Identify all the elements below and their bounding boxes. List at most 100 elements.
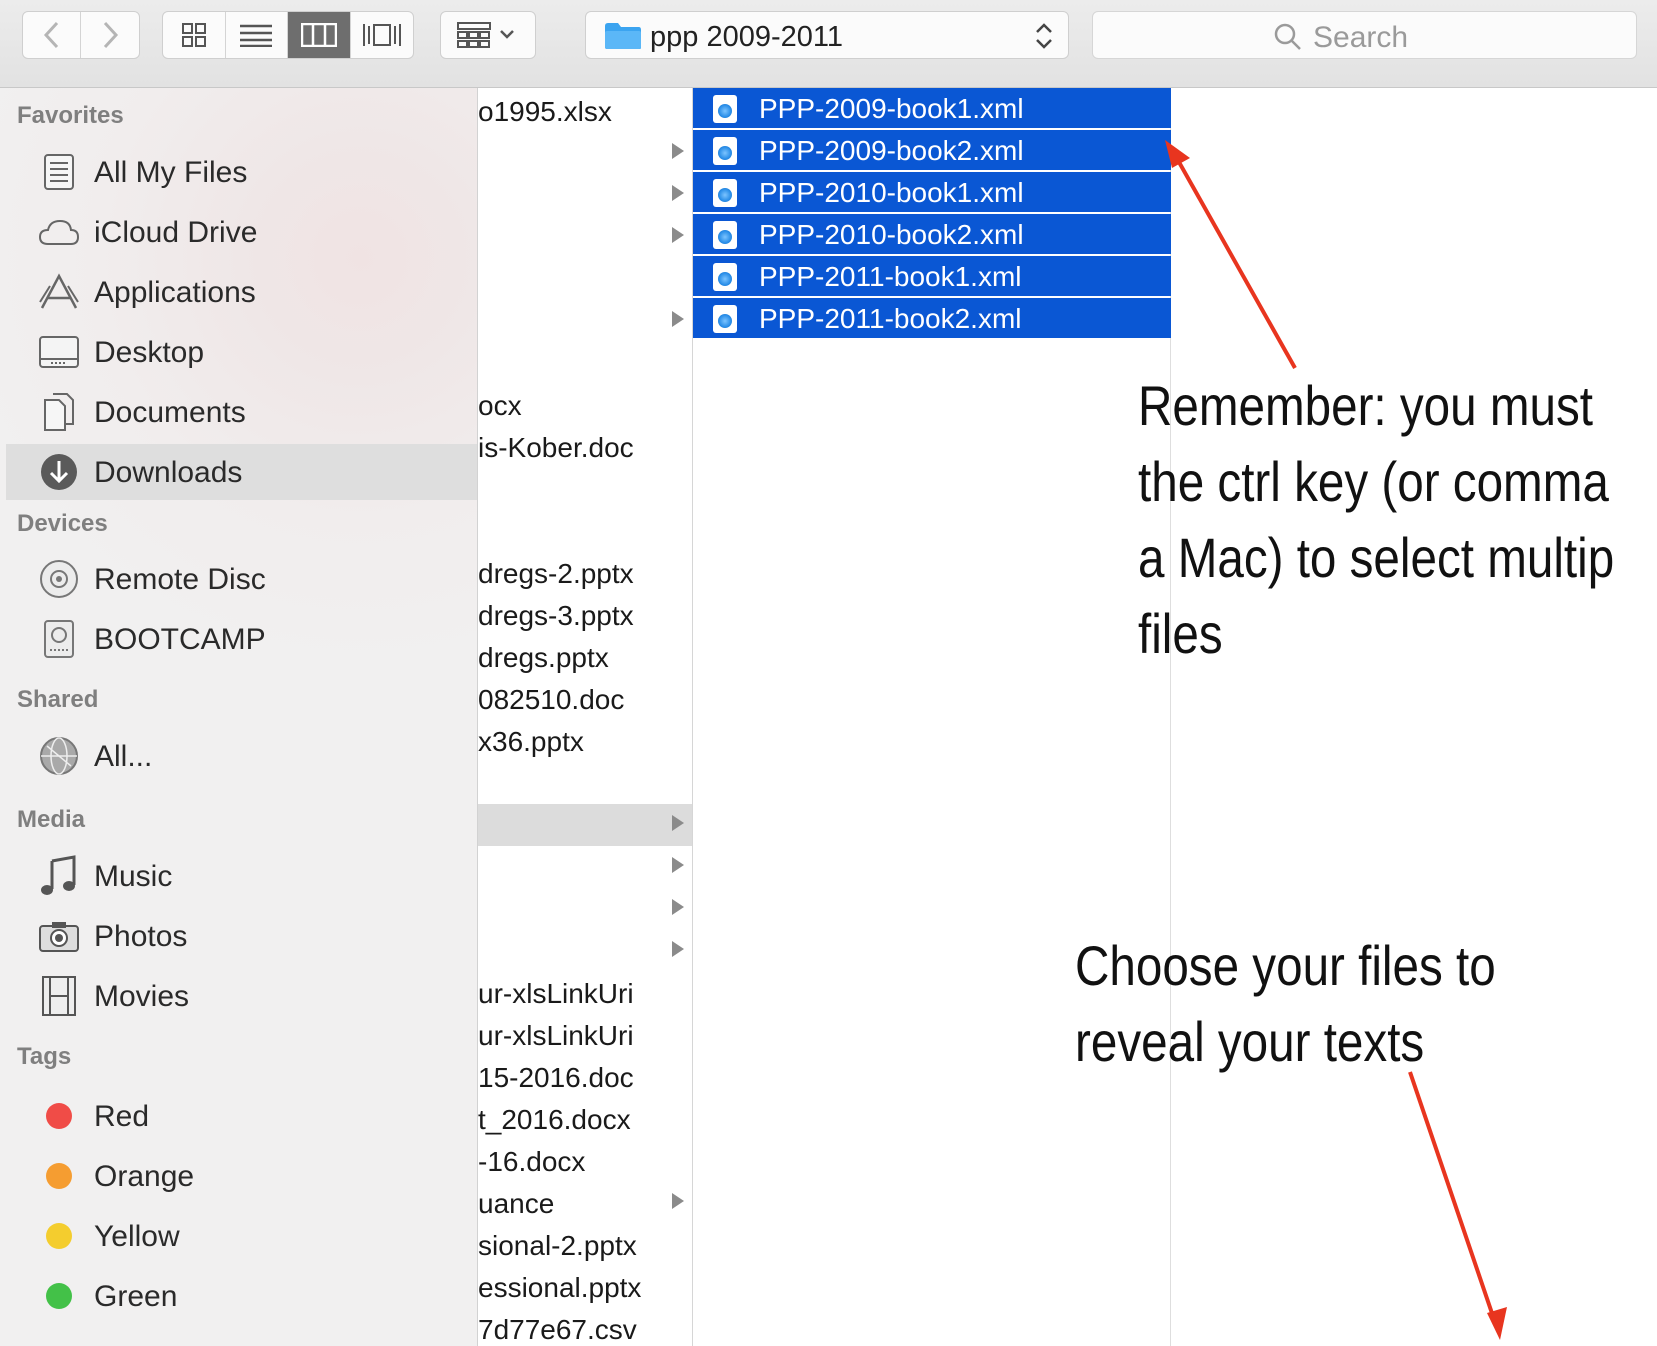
sidebar-tag-orange[interactable]: Orange — [6, 1148, 477, 1204]
toolbar: ppp 2009-2011 Search — [0, 0, 1657, 88]
file-row-selected[interactable]: PPP-2011-book1.xml — [693, 256, 1171, 296]
sidebar-item-label: Remote Disc — [94, 563, 266, 596]
column-row[interactable] — [478, 300, 692, 342]
column-row-label: dregs-2.pptx — [478, 558, 634, 589]
sidebar-item-music[interactable]: Music — [6, 848, 477, 904]
column-row[interactable]: uance — [478, 1182, 692, 1224]
drive-icon — [38, 619, 80, 659]
sidebar-item-all-shared[interactable]: All... — [6, 728, 477, 784]
file-row-selected[interactable]: PPP-2010-book1.xml — [693, 172, 1171, 212]
file-row-selected[interactable]: PPP-2009-book2.xml — [693, 130, 1171, 170]
forward-button[interactable] — [81, 12, 139, 58]
column-row[interactable] — [478, 846, 692, 888]
annotation-note-multi-select: Remember: you must the ctrl key (or comm… — [1138, 368, 1614, 672]
file-name: PPP-2011-book1.xml — [759, 261, 1022, 292]
column-row[interactable] — [478, 132, 692, 174]
sidebar-item-downloads[interactable]: Downloads — [6, 444, 477, 500]
view-mode-control — [162, 11, 414, 59]
column-row[interactable] — [478, 216, 692, 258]
sidebar-item-applications[interactable]: Applications — [6, 264, 477, 320]
path-folder-name: ppp 2009-2011 — [650, 21, 843, 53]
sidebar-item-desktop[interactable]: Desktop — [6, 324, 477, 380]
column-row[interactable]: is-Kober.doc — [478, 426, 692, 468]
arrange-button[interactable] — [440, 11, 536, 59]
icon-view-button[interactable] — [163, 12, 226, 58]
sidebar-tag-yellow[interactable]: Yellow — [6, 1208, 477, 1264]
sidebar-item-label: All My Files — [94, 156, 248, 189]
column-row[interactable] — [478, 930, 692, 972]
disclosure-arrow-icon — [672, 227, 684, 243]
sidebar-item-all-my-files[interactable]: All My Files — [6, 144, 477, 200]
annotation-line: reveal your texts — [1075, 1010, 1425, 1073]
column-row[interactable] — [478, 258, 692, 300]
sidebar-item-label: Downloads — [94, 456, 243, 489]
column-view-button[interactable] — [288, 12, 351, 58]
column-row[interactable]: 15-2016.doc — [478, 1056, 692, 1098]
disclosure-arrow-icon — [672, 185, 684, 201]
column-row[interactable] — [478, 174, 692, 216]
column-row[interactable] — [478, 468, 692, 510]
sidebar-item-bootcamp[interactable]: BOOTCAMP — [6, 611, 477, 667]
column-row[interactable]: 082510.doc — [478, 678, 692, 720]
column-row-label: ur-xlsLinkUri — [478, 978, 634, 1009]
path-popup[interactable]: ppp 2009-2011 — [585, 11, 1069, 59]
tag-dot-orange — [38, 1156, 80, 1196]
column-row[interactable]: o1995.xlsx — [478, 90, 692, 132]
file-row-selected[interactable]: PPP-2009-book1.xml — [693, 88, 1171, 128]
column-row[interactable] — [478, 888, 692, 930]
back-button[interactable] — [23, 12, 81, 58]
column-row[interactable]: sional-2.pptx — [478, 1224, 692, 1266]
sidebar-item-documents[interactable]: Documents — [6, 384, 477, 440]
desktop-icon — [38, 332, 80, 372]
file-row-selected[interactable]: PPP-2010-book2.xml — [693, 214, 1171, 254]
column-row[interactable] — [478, 762, 692, 804]
column-row[interactable] — [478, 510, 692, 552]
arrow-to-selected-files — [1165, 140, 1297, 369]
sidebar-item-label: BOOTCAMP — [94, 623, 266, 656]
tag-dot-yellow — [38, 1216, 80, 1256]
column-row[interactable]: t_2016.docx — [478, 1098, 692, 1140]
column-row[interactable]: dregs-3.pptx — [478, 594, 692, 636]
column-row-label: o1995.xlsx — [478, 96, 612, 127]
camera-icon — [38, 916, 80, 956]
devices-header: Devices — [17, 510, 108, 537]
sidebar-item-remote-disc[interactable]: Remote Disc — [6, 551, 477, 607]
column-row[interactable]: x36.pptx — [478, 720, 692, 762]
column-row[interactable]: ur-xlsLinkUri — [478, 1014, 692, 1056]
xml-file-icon — [713, 305, 737, 333]
column-row[interactable]: ocx — [478, 384, 692, 426]
xml-file-icon — [713, 95, 737, 123]
file-name: PPP-2010-book1.xml — [759, 177, 1024, 208]
column-row[interactable]: -16.docx — [478, 1140, 692, 1182]
file-row-selected[interactable]: PPP-2011-book2.xml — [693, 298, 1171, 338]
list-view-button[interactable] — [226, 12, 288, 58]
music-icon — [38, 855, 80, 896]
column-row-label: -16.docx — [478, 1146, 586, 1177]
sidebar-item-label: All... — [94, 740, 153, 773]
column-view-icon — [300, 23, 337, 47]
disclosure-arrow-icon — [672, 857, 684, 873]
column-row-label: essional.pptx — [478, 1272, 642, 1303]
column-row[interactable] — [478, 804, 692, 846]
sidebar-item-photos[interactable]: Photos — [6, 908, 477, 964]
column-row[interactable]: 7d77e67.csv — [478, 1308, 692, 1346]
sidebar-tag-red[interactable]: Red — [6, 1088, 477, 1144]
column-row[interactable]: dregs.pptx — [478, 636, 692, 678]
column-row[interactable]: essional.pptx — [478, 1266, 692, 1308]
downloads-icon — [38, 452, 80, 492]
sidebar-item-label: Green — [94, 1280, 178, 1313]
column-row-label: 15-2016.doc — [478, 1062, 634, 1093]
column-row[interactable]: dregs-2.pptx — [478, 552, 692, 594]
arrow-to-open-button — [1408, 1071, 1507, 1340]
sidebar-tag-green[interactable]: Green — [6, 1268, 477, 1324]
cover-flow-button[interactable] — [351, 12, 414, 58]
column-row[interactable] — [478, 342, 692, 384]
column-row-label: dregs-3.pptx — [478, 600, 634, 631]
column-row-label: ocx — [478, 390, 522, 421]
search-field[interactable]: Search — [1092, 11, 1637, 59]
sidebar-item-icloud-drive[interactable]: iCloud Drive — [6, 204, 477, 260]
column-row-label: ur-xlsLinkUri — [478, 1020, 634, 1051]
sidebar-item-label: iCloud Drive — [94, 216, 258, 249]
column-row[interactable]: ur-xlsLinkUri — [478, 972, 692, 1014]
sidebar-item-movies[interactable]: Movies — [6, 968, 477, 1024]
